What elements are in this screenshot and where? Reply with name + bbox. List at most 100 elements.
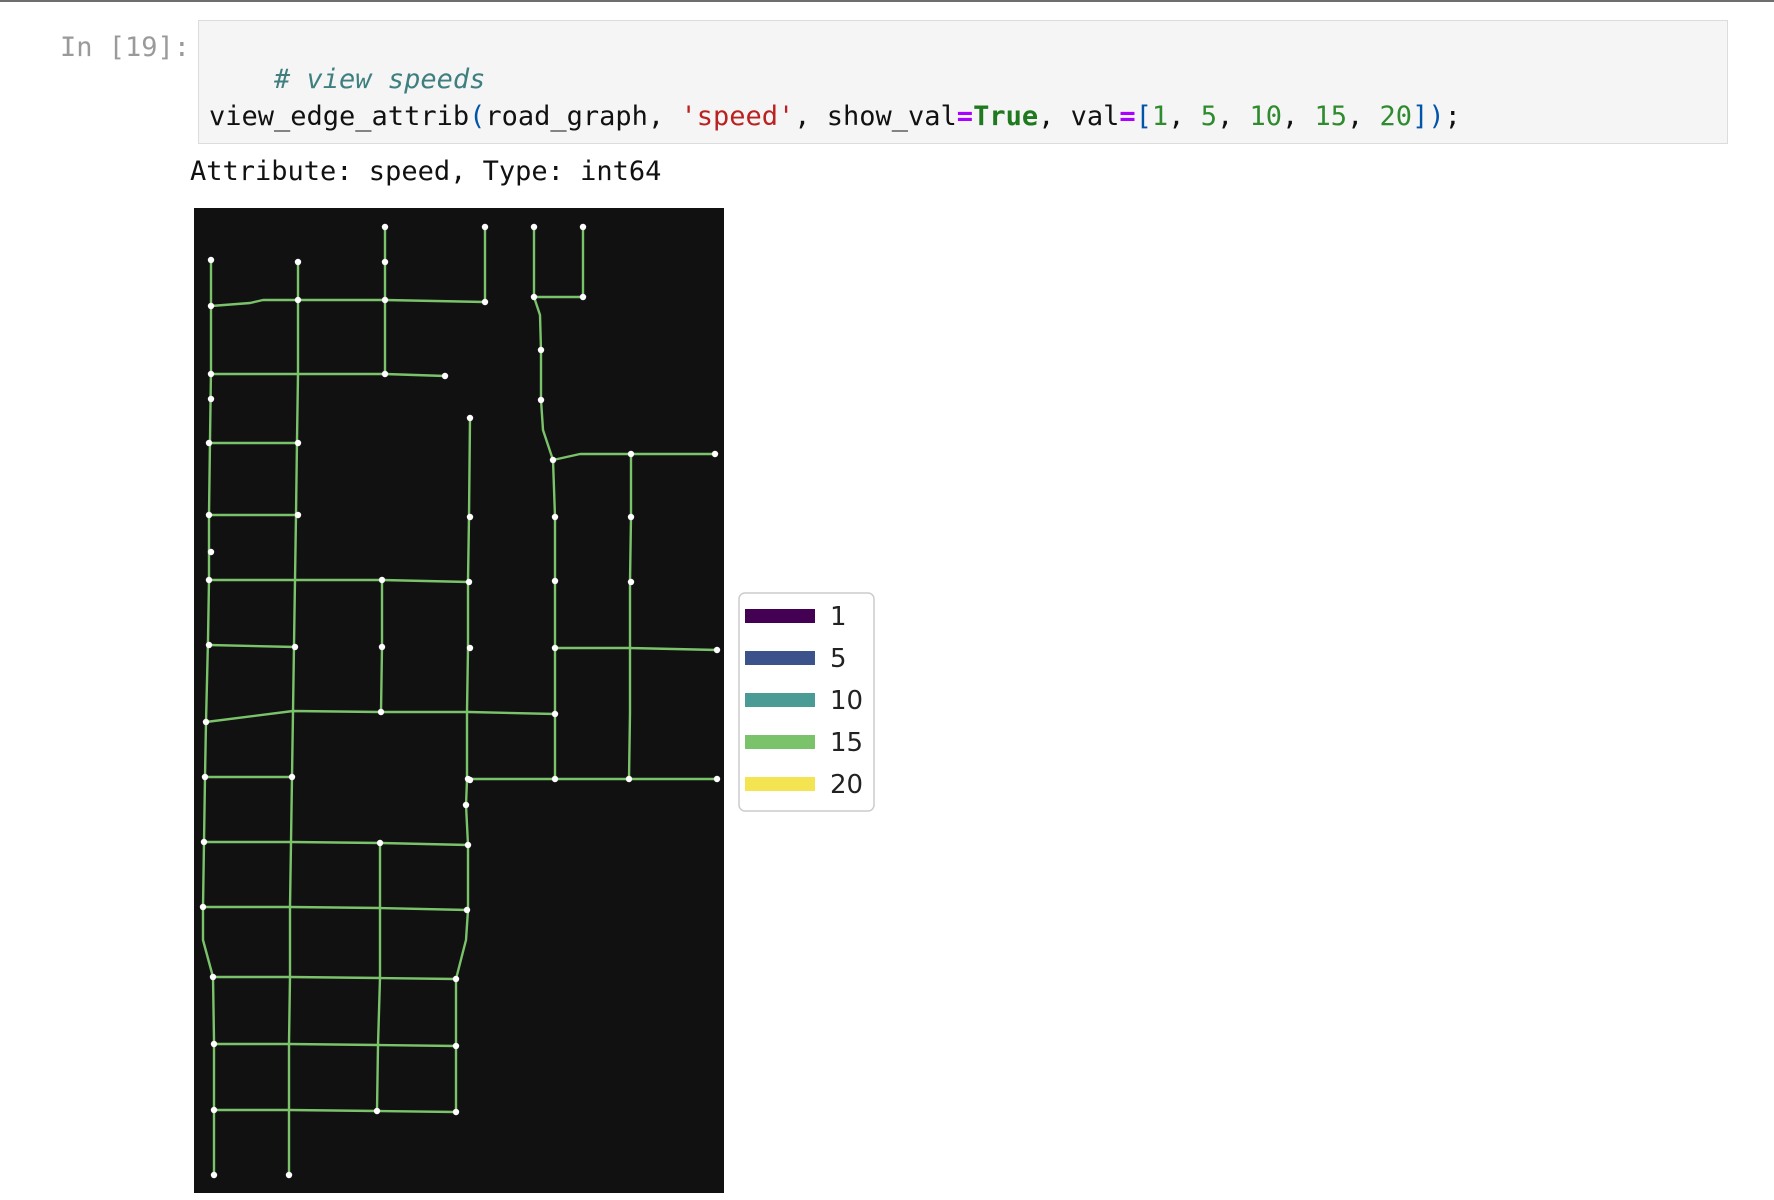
road-node [549, 456, 557, 464]
legend-swatch [745, 609, 815, 623]
road-node [381, 223, 389, 231]
road-node [209, 973, 217, 981]
road-node [537, 346, 545, 354]
road-node [378, 643, 386, 651]
code-bracket-close: ] [1412, 101, 1429, 132]
road-node [481, 223, 489, 231]
road-node [381, 296, 389, 304]
road-node [294, 296, 302, 304]
road-node [205, 439, 213, 447]
code-kw-show-val: show_val [826, 101, 957, 132]
road-node [481, 298, 489, 306]
road-node [463, 906, 471, 914]
road-node [551, 710, 559, 718]
road-node [373, 1107, 381, 1115]
road-node [462, 801, 470, 809]
code-num: 1 [1151, 101, 1169, 132]
road-node [381, 370, 389, 378]
legend-swatch [745, 735, 815, 749]
code-num: 20 [1379, 101, 1413, 132]
road-node [625, 775, 633, 783]
road-node [285, 1171, 293, 1179]
code-call-line: view_edge_attrib(road_graph, 'speed', sh… [209, 101, 1461, 132]
road-node [377, 708, 385, 716]
road-node [627, 450, 635, 458]
code-comma: , [794, 101, 827, 132]
road-node [466, 513, 474, 521]
code-sep: , [1282, 101, 1315, 132]
legend-swatch [745, 693, 815, 707]
legend-label: 15 [830, 728, 863, 758]
road-node [551, 775, 559, 783]
code-equals: = [956, 101, 974, 132]
road-node [713, 646, 721, 654]
road-node [466, 414, 474, 422]
code-equals: = [1119, 101, 1136, 132]
code-sep: , [1168, 101, 1201, 132]
road-node [711, 450, 719, 458]
road-node [537, 396, 545, 404]
road-node [294, 511, 302, 519]
road-node [551, 577, 559, 585]
legend-label: 10 [830, 686, 863, 716]
road-node [579, 293, 587, 301]
output-text: Attribute: speed, Type: int64 [190, 156, 662, 187]
road-node [579, 223, 587, 231]
road-node [530, 223, 538, 231]
input-prompt: In [19]: [60, 32, 191, 63]
road-node [466, 776, 474, 784]
code-semicolon: ; [1444, 101, 1461, 132]
road-node [205, 511, 213, 519]
road-node [207, 548, 215, 556]
road-node [210, 1040, 218, 1048]
code-arg-string: 'speed' [680, 101, 795, 132]
road-node [205, 641, 213, 649]
code-comma: , [1038, 101, 1071, 132]
road-node [207, 395, 215, 403]
road-node [376, 839, 384, 847]
code-paren-close: ) [1428, 101, 1445, 132]
road-node [294, 258, 302, 266]
road-node [207, 370, 215, 378]
code-bracket-open: [ [1135, 101, 1152, 132]
road-node [294, 439, 302, 447]
code-true: True [973, 101, 1039, 132]
legend-label: 20 [830, 770, 863, 800]
code-comment: # view speeds [274, 64, 486, 95]
road-node [466, 644, 474, 652]
cell-top-border [0, 0, 1774, 2]
road-node [627, 513, 635, 521]
road-node [291, 643, 299, 651]
legend-label: 5 [830, 644, 847, 674]
road-node [627, 578, 635, 586]
code-arg-graph: road_graph, [485, 101, 681, 132]
code-sep: , [1216, 101, 1250, 132]
road-node [465, 578, 473, 586]
road-node [551, 644, 559, 652]
code-num: 5 [1200, 101, 1217, 132]
legend-label: 1 [830, 602, 847, 632]
legend: 15101520 [738, 592, 875, 812]
code-num: 10 [1249, 101, 1282, 132]
road-node [205, 576, 213, 584]
legend-swatch [745, 777, 815, 791]
road-node [207, 256, 215, 264]
road-node [381, 258, 389, 266]
road-node [441, 372, 449, 380]
code-function: view_edge_attrib [209, 101, 470, 132]
road-node [452, 1042, 460, 1050]
code-kw-val: val [1070, 101, 1120, 132]
road-node [452, 1108, 460, 1116]
road-node [199, 903, 207, 911]
road-node [202, 718, 210, 726]
road-node [464, 841, 472, 849]
road-graph-figure: 15101520 [194, 208, 875, 1193]
road-node [378, 576, 386, 584]
road-node [210, 1106, 218, 1114]
road-node [288, 773, 296, 781]
code-cell[interactable]: # view speeds view_edge_attrib(road_grap… [198, 20, 1728, 144]
road-node [713, 775, 721, 783]
road-node [210, 1171, 218, 1179]
road-node [530, 293, 538, 301]
road-node [207, 302, 215, 310]
